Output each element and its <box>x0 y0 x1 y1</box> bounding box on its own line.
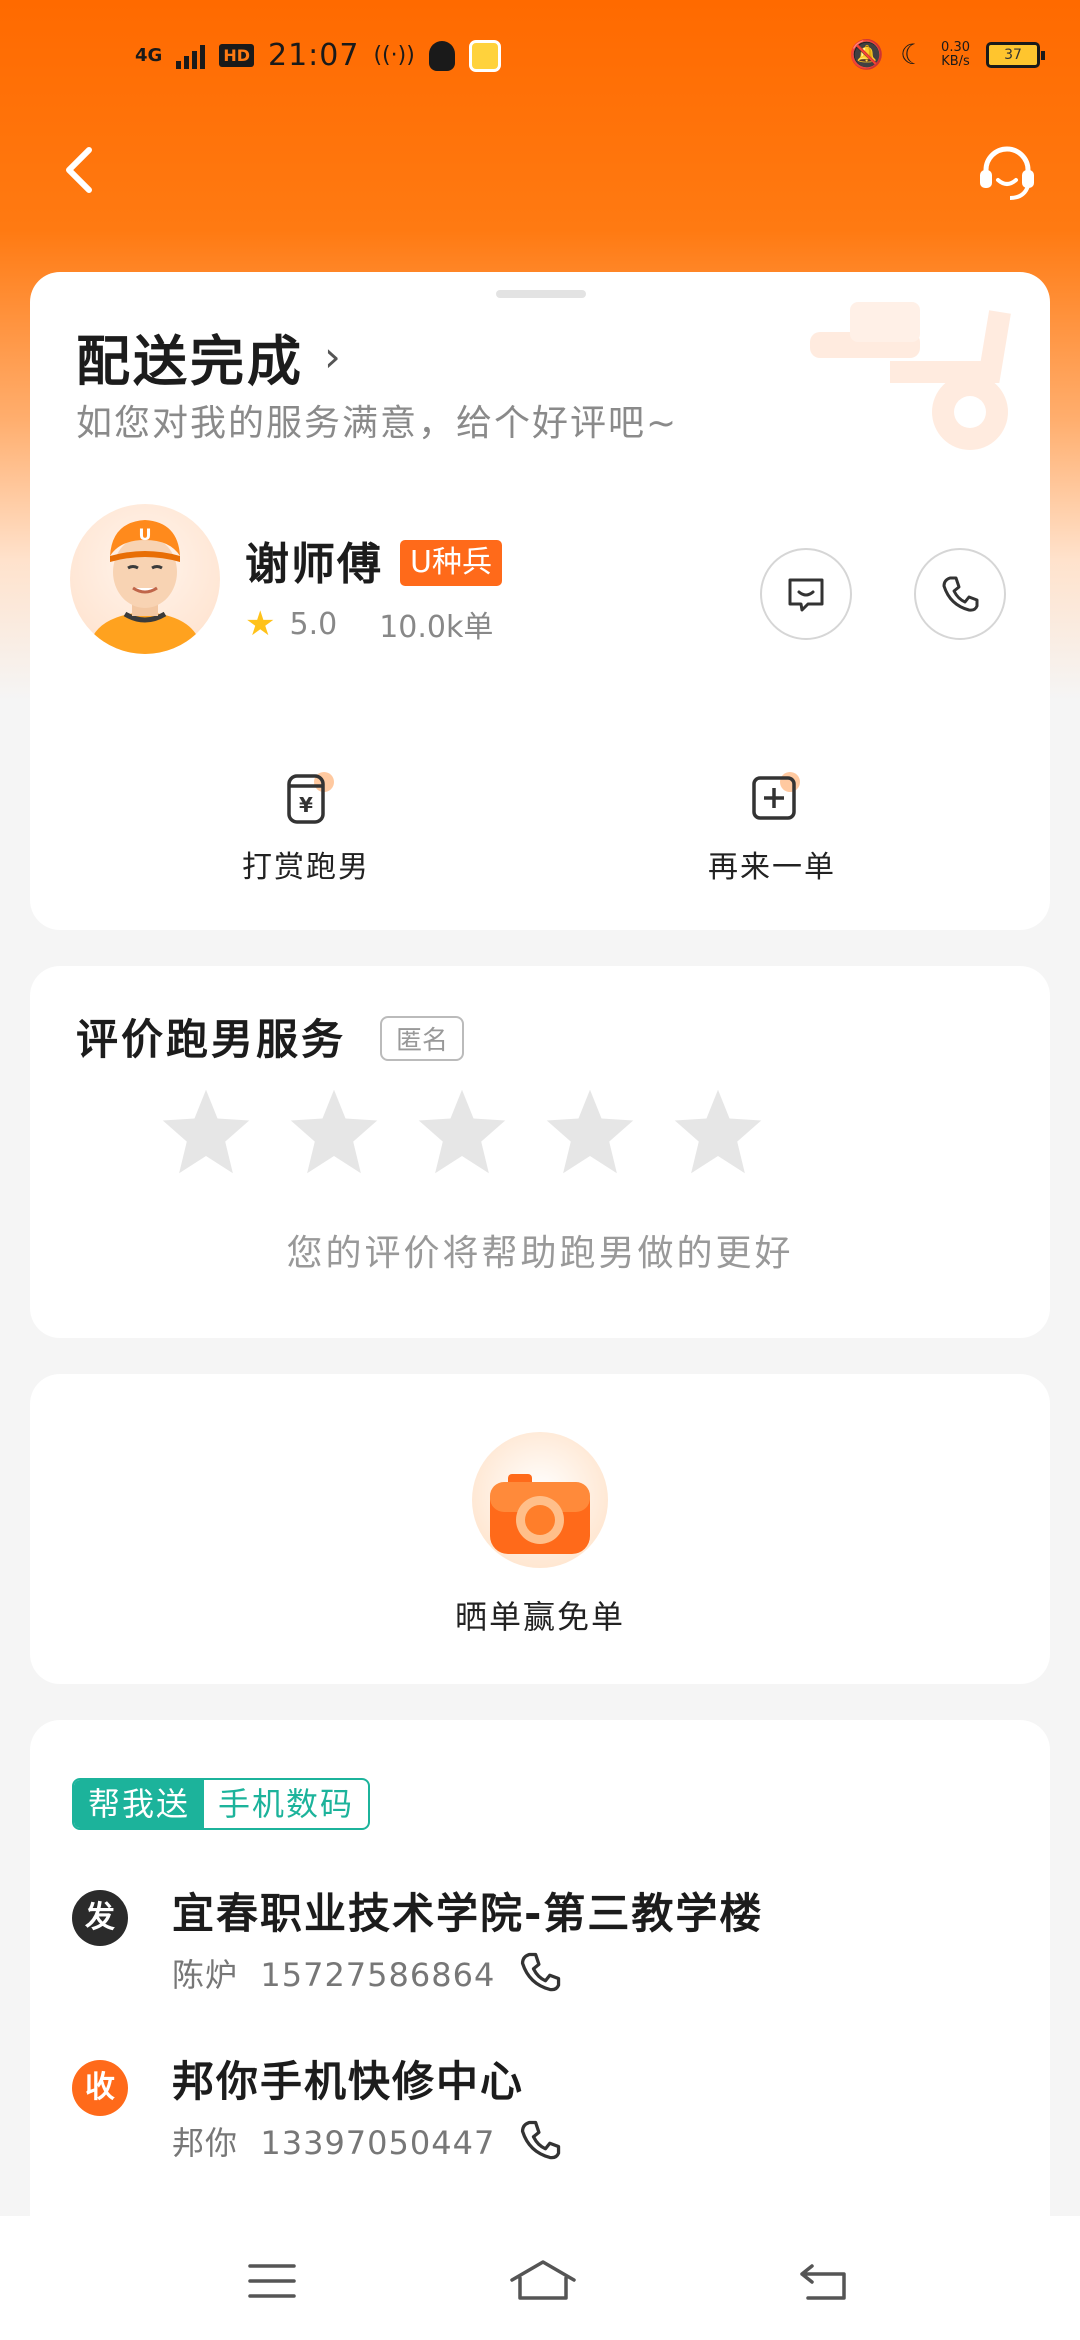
moon-icon: ☾ <box>899 38 926 71</box>
star-icon[interactable] <box>414 1084 510 1180</box>
sender-address: 宜春职业技术学院-第三教学楼 <box>172 1889 764 1938</box>
order-type-tag: 帮我送 手机数码 <box>72 1778 371 1830</box>
sheet-handle[interactable] <box>496 290 586 298</box>
rider-rating: 5.0 <box>289 606 338 642</box>
star-icon[interactable] <box>542 1084 638 1180</box>
plus-icon <box>752 772 800 820</box>
rider-stats: ★ 5.0 10.0k单 <box>245 602 493 646</box>
tip-icon: ¥ <box>287 772 334 824</box>
sender-contact: 陈炉 15727586864 <box>172 1956 496 1994</box>
reorder-label: 再来一单 <box>708 850 836 885</box>
status-bar: 4G HD 21:07 ((·)) 🔕 ☾ 0.30 KB/s 37 <box>0 0 1080 120</box>
svg-text:¥: ¥ <box>299 793 313 817</box>
call-rider-button[interactable] <box>914 548 1006 640</box>
receiver-badge: 收 <box>72 2060 128 2116</box>
review-hint: 您的评价将帮助跑男做的更好 <box>286 1233 794 1274</box>
app-notification-icon <box>468 39 501 72</box>
net-speed: 0.30 KB/s <box>941 39 970 69</box>
return-icon[interactable] <box>794 2256 854 2306</box>
qq-icon <box>428 40 455 71</box>
rider-level-badge: U种兵 <box>400 540 502 586</box>
receiver-address: 邦你手机快修中心 <box>172 2057 525 2106</box>
sender-badge: 发 <box>72 1890 128 1946</box>
phone-icon <box>520 2120 561 2160</box>
hotspot-icon: ((·)) <box>373 43 415 68</box>
avatar[interactable]: U <box>70 504 220 654</box>
review-card: 评价跑男服务 匿名 您的评价将帮助跑男做的更好 <box>30 966 1050 1338</box>
menu-icon[interactable] <box>242 2256 302 2306</box>
share-label: 晒单赢免单 <box>454 1598 625 1636</box>
star-icon[interactable] <box>158 1084 254 1180</box>
phone-icon <box>520 1952 561 1992</box>
delivery-status-title[interactable]: 配送完成 <box>76 317 304 396</box>
call-sender-button[interactable] <box>516 1948 564 1996</box>
delivery-status-subtitle: 如您对我的服务满意，给个好评吧~ <box>76 403 679 444</box>
tip-label: 打赏跑男 <box>242 850 370 885</box>
chevron-right-icon[interactable]: › <box>324 332 341 381</box>
star-icon: ★ <box>245 604 276 644</box>
camera-icon <box>490 1474 590 1554</box>
signal-icon <box>176 43 206 69</box>
system-nav-bar <box>0 2216 1080 2340</box>
phone-icon <box>942 576 979 612</box>
back-icon[interactable] <box>55 140 105 200</box>
hd-badge: HD <box>219 44 254 67</box>
receiver-contact: 邦你 13397050447 <box>172 2124 496 2162</box>
mute-icon: 🔕 <box>849 38 884 71</box>
message-button[interactable] <box>760 548 852 640</box>
svg-text:U: U <box>139 525 152 544</box>
anonymous-toggle[interactable]: 匿名 <box>380 1016 465 1061</box>
rider-name: 谢师傅 <box>245 539 383 590</box>
clock: 21:07 <box>267 38 360 73</box>
share-order-button[interactable] <box>472 1432 608 1568</box>
share-card: 晒单赢免单 <box>30 1374 1050 1684</box>
star-icon[interactable] <box>286 1084 382 1180</box>
call-receiver-button[interactable] <box>516 2116 564 2164</box>
rider-orders: 10.0k单 <box>379 610 494 645</box>
home-icon[interactable] <box>508 2256 576 2306</box>
star-rating[interactable] <box>158 1084 766 1180</box>
headset-icon[interactable] <box>974 140 1040 206</box>
battery-icon: 37 <box>986 41 1045 68</box>
item-category: 手机数码 <box>218 1785 355 1823</box>
reorder-button[interactable]: 再来一单 <box>652 770 892 886</box>
review-title: 评价跑男服务 <box>76 1015 347 1064</box>
scooter-illustration <box>810 302 1011 450</box>
message-icon <box>788 578 824 612</box>
network-type: 4G <box>135 44 163 66</box>
service-type: 帮我送 <box>74 1780 205 1828</box>
delivery-status-card: 配送完成 › 如您对我的服务满意，给个好评吧~ U 谢师傅 U种兵 ★ 5.0 … <box>30 272 1050 930</box>
star-icon[interactable] <box>670 1084 766 1180</box>
tip-rider-button[interactable]: ¥ 打赏跑男 <box>186 770 426 886</box>
